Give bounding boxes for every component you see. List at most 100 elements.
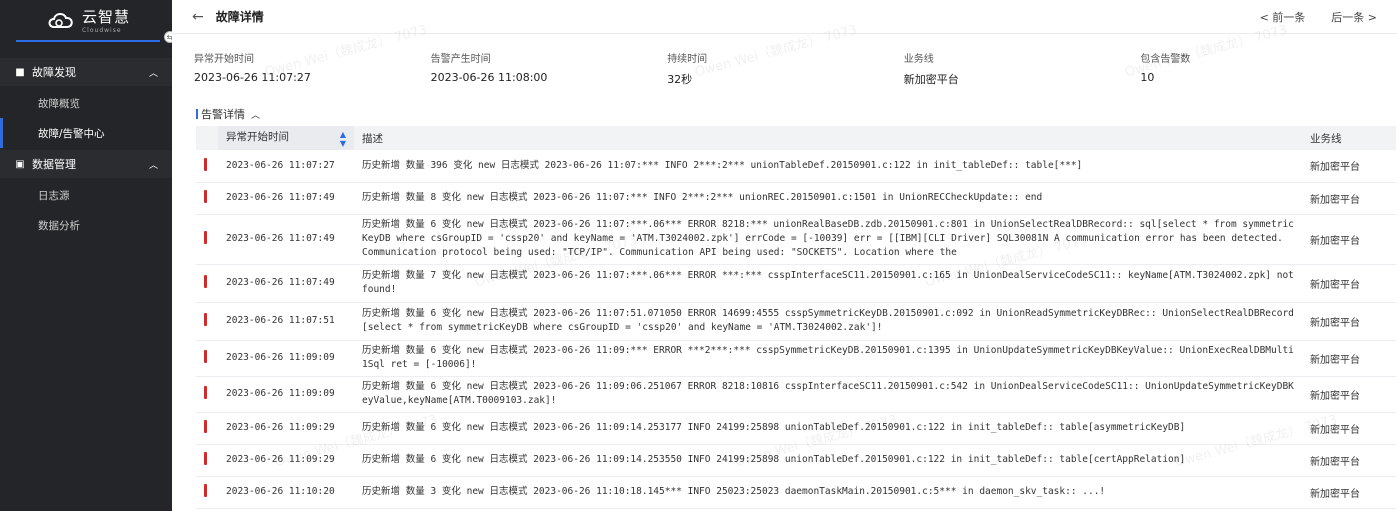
severity-marker-icon	[204, 190, 207, 203]
cell-description: 历史新增 数量 6 变化 new 日志模式 2023-06-26 11:09:0…	[354, 376, 1302, 413]
database-icon: ▣	[15, 158, 25, 170]
column-header-start-time[interactable]: 异常开始时间 ▲ ▼	[218, 126, 354, 150]
page-title: 故障详情	[215, 10, 264, 24]
app-root: 云智慧 Cloudwise ■ 故障发现 ︿ 故障概览 故障/告警中心 ▣ 数据…	[0, 0, 1397, 511]
table-row[interactable]: 2023-06-26 11:07:49 历史新增 数量 6 变化 new 日志模式…	[196, 214, 1396, 265]
severity-marker-icon	[204, 350, 207, 363]
meta-value: 2023-06-26 11:08:00	[430, 71, 548, 84]
cell-start-time: 2023-06-26 11:09:29	[218, 444, 354, 477]
meta-value: 32秒	[667, 73, 693, 86]
meta-value: 10	[1140, 71, 1155, 84]
sidebar-group-fault[interactable]: ■ 故障发现 ︿	[0, 58, 172, 86]
sidebar-item-log-source[interactable]: 日志源	[0, 180, 172, 210]
meta-label: 持续时间	[667, 54, 708, 65]
severity-cell	[196, 476, 218, 509]
cell-start-time: 2023-06-26 11:10:20	[218, 476, 354, 509]
severity-marker-icon	[204, 484, 207, 497]
meta-value: 新加密平台	[903, 73, 959, 86]
page-header: ← 故障详情 < 前一条 后一条 >	[172, 0, 1397, 34]
brand-sub: Cloudwise	[81, 27, 122, 34]
meta-value: 2023-06-26 11:07:27	[194, 71, 311, 84]
cell-description: 历史新增 数量 6 变化 new 日志模式 2023-06-26 11:09:1…	[354, 444, 1302, 477]
section-title: 告警详情	[201, 108, 245, 121]
severity-cell	[196, 182, 218, 215]
back-arrow-icon[interactable]: ←	[192, 9, 204, 25]
chevron-up-icon: ︿	[148, 68, 158, 79]
sidebar-item-data-analysis[interactable]: 数据分析	[0, 210, 172, 240]
sidebar-group-label: 数据管理	[32, 158, 76, 171]
severity-marker-icon	[204, 420, 207, 433]
sidebar-item-label: 数据分析	[38, 219, 80, 232]
sidebar-item-alert-center[interactable]: 故障/告警中心	[0, 118, 172, 148]
cell-description: 历史新增 数量 6 变化 new 日志模式 2023-06-26 11:09:1…	[354, 412, 1302, 445]
meta-label: 告警产生时间	[430, 54, 491, 65]
chevron-up-icon: ︿	[251, 110, 261, 121]
severity-cell	[196, 264, 218, 303]
cell-start-time: 2023-06-26 11:07:27	[218, 150, 354, 183]
sidebar-item-fault-overview[interactable]: 故障概览	[0, 88, 172, 118]
meta-business-line: 业务线 新加密平台	[904, 50, 1141, 124]
severity-marker-icon	[204, 275, 207, 288]
column-header-description: 描述	[354, 126, 1302, 150]
meta-alert-count: 包含告警数 10	[1140, 50, 1377, 124]
table-row[interactable]: 2023-06-26 11:07:49 历史新增 数量 8 变化 new 日志模式…	[196, 182, 1396, 215]
severity-cell	[196, 302, 218, 341]
severity-cell	[196, 376, 218, 413]
table-row[interactable]: 2023-06-26 11:09:29 历史新增 数量 6 变化 new 日志模式…	[196, 444, 1396, 477]
summary-info: 异常开始时间 2023-06-26 11:07:27 告警产生时间 2023-0…	[172, 34, 1397, 124]
cloud-logo-icon	[48, 13, 73, 28]
brand[interactable]: 云智慧 Cloudwise	[16, 0, 160, 42]
table-row[interactable]: 2023-06-26 11:07:51 历史新增 数量 6 变化 new 日志模式…	[196, 302, 1396, 341]
table-body: 2023-06-26 11:07:27 历史新增 数量 396 变化 new 日志…	[196, 150, 1396, 509]
cell-business-line: 新加密平台	[1302, 476, 1396, 509]
cell-business-line: 新加密平台	[1302, 302, 1396, 341]
cell-business-line: 新加密平台	[1302, 376, 1396, 413]
chevron-up-icon: ︿	[148, 160, 158, 171]
table-row[interactable]: 2023-06-26 11:09:09 历史新增 数量 6 变化 new 日志模式…	[196, 376, 1396, 413]
cell-start-time: 2023-06-26 11:07:49	[218, 182, 354, 215]
cell-start-time: 2023-06-26 11:07:49	[218, 264, 354, 303]
table-header-row: 异常开始时间 ▲ ▼ 描述 业务线	[196, 126, 1396, 150]
sidebar-item-label: 故障概览	[38, 97, 80, 110]
table-header-marker	[196, 126, 218, 150]
cell-description: 历史新增 数量 3 变化 new 日志模式 2023-06-26 11:10:1…	[354, 476, 1302, 509]
next-button[interactable]: 后一条 >	[1331, 9, 1377, 25]
brand-text: 云智慧 Cloudwise	[82, 6, 130, 34]
meta-duration: 持续时间 32秒	[667, 50, 904, 124]
cell-description: 历史新增 数量 6 变化 new 日志模式 2023-06-26 11:07:*…	[354, 214, 1302, 265]
severity-marker-icon	[204, 386, 207, 399]
cell-business-line: 新加密平台	[1302, 150, 1396, 183]
cell-business-line: 新加密平台	[1302, 340, 1396, 377]
pager: < 前一条 后一条 >	[1260, 9, 1377, 25]
prev-button[interactable]: < 前一条	[1260, 9, 1306, 25]
main-content: ← 故障详情 < 前一条 后一条 > 异常开始时间 2023-06-26 11:…	[172, 0, 1397, 511]
sidebar-group-data[interactable]: ▣ 数据管理 ︿	[0, 150, 172, 178]
home-icon: ■	[15, 66, 25, 78]
severity-marker-icon	[204, 157, 207, 171]
column-header-business-line: 业务线	[1302, 126, 1396, 150]
alert-details-toggle[interactable]: 告警详情 ︿	[196, 106, 260, 122]
table-row[interactable]: 2023-06-26 11:07:27 历史新增 数量 396 变化 new 日志…	[196, 150, 1396, 183]
column-header-label: 异常开始时间	[226, 130, 289, 143]
sidebar: 云智慧 Cloudwise ■ 故障发现 ︿ 故障概览 故障/告警中心 ▣ 数据…	[0, 0, 172, 511]
table-row[interactable]: 2023-06-26 11:09:29 历史新增 数量 6 变化 new 日志模式…	[196, 412, 1396, 445]
cell-business-line: 新加密平台	[1302, 264, 1396, 303]
sort-icon[interactable]: ▲ ▼	[340, 130, 346, 148]
cell-description: 历史新增 数量 7 变化 new 日志模式 2023-06-26 11:07:*…	[354, 264, 1302, 303]
cell-description: 历史新增 数量 8 变化 new 日志模式 2023-06-26 11:07:*…	[354, 182, 1302, 215]
cell-description: 历史新增 数量 6 变化 new 日志模式 2023-06-26 11:09:*…	[354, 340, 1302, 377]
table-row[interactable]: 2023-06-26 11:10:20 历史新增 数量 3 变化 new 日志模式…	[196, 476, 1396, 509]
table-row[interactable]: 2023-06-26 11:07:49 历史新增 数量 7 变化 new 日志模式…	[196, 264, 1396, 303]
meta-label: 包含告警数	[1140, 54, 1191, 65]
severity-cell	[196, 412, 218, 445]
cell-start-time: 2023-06-26 11:09:09	[218, 340, 354, 377]
cell-business-line: 新加密平台	[1302, 412, 1396, 445]
cell-start-time: 2023-06-26 11:09:29	[218, 412, 354, 445]
meta-label: 异常开始时间	[194, 54, 254, 65]
cell-start-time: 2023-06-26 11:07:51	[218, 302, 354, 341]
cell-business-line: 新加密平台	[1302, 444, 1396, 477]
table-row[interactable]: 2023-06-26 11:09:09 历史新增 数量 6 变化 new 日志模式…	[196, 340, 1396, 377]
meta-label: 业务线	[903, 54, 934, 65]
severity-cell	[196, 340, 218, 377]
cell-business-line: 新加密平台	[1302, 214, 1396, 265]
